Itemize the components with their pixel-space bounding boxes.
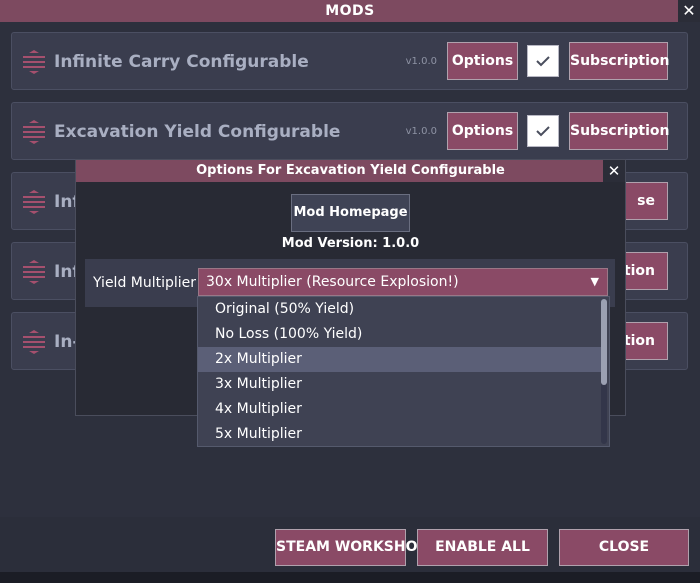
- bottom-edge: [0, 572, 700, 583]
- dialog-title: Options For Excavation Yield Configurabl…: [76, 160, 625, 182]
- enable-all-button[interactable]: ENABLE ALL: [417, 529, 548, 566]
- chevron-down-icon: ▼: [590, 275, 599, 288]
- mod-title: Infinite Carry Configurable: [54, 52, 309, 72]
- close-icon[interactable]: ✕: [678, 0, 700, 22]
- dropdown-option[interactable]: 5x Multiplier: [198, 422, 601, 447]
- subscription-button[interactable]: Subscription: [569, 42, 670, 80]
- mod-version: v1.0.0: [405, 56, 437, 67]
- drag-handle-icon[interactable]: [21, 330, 47, 354]
- enabled-checkbox[interactable]: [527, 45, 559, 77]
- dropdown-option[interactable]: Original (50% Yield): [198, 297, 601, 322]
- options-button[interactable]: Options: [447, 112, 518, 150]
- dropdown-option[interactable]: 3x Multiplier: [198, 372, 601, 397]
- close-button[interactable]: CLOSE: [559, 529, 689, 566]
- mod-row: Infinite Carry Configurable v1.0.0 Optio…: [11, 32, 688, 90]
- dropdown-option-highlighted[interactable]: 2x Multiplier: [198, 347, 601, 372]
- dropdown-scrollbar[interactable]: [601, 299, 607, 444]
- dropdown-option[interactable]: 4x Multiplier: [198, 397, 601, 422]
- mod-version: v1.0.0: [405, 126, 437, 137]
- enabled-checkbox[interactable]: [527, 115, 559, 147]
- drag-handle-icon[interactable]: [21, 120, 47, 144]
- yield-multiplier-select[interactable]: 30x Multiplier (Resource Explosion!) ▼: [198, 268, 608, 296]
- window-title: MODS: [0, 0, 700, 22]
- dropdown-list[interactable]: Original (50% Yield) No Loss (100% Yield…: [197, 296, 610, 447]
- checkmark-icon: [536, 56, 550, 67]
- mod-row: Excavation Yield Configurable v1.0.0 Opt…: [11, 102, 688, 160]
- select-value: 30x Multiplier (Resource Explosion!): [206, 274, 459, 290]
- dropdown-option[interactable]: No Loss (100% Yield): [198, 322, 601, 347]
- drag-handle-icon[interactable]: [21, 260, 47, 284]
- mod-homepage-button[interactable]: Mod Homepage: [291, 194, 410, 232]
- mod-title: Excavation Yield Configurable: [54, 122, 341, 142]
- subscription-button[interactable]: Subscription: [569, 112, 670, 150]
- scrollbar-thumb[interactable]: [601, 299, 607, 385]
- drag-handle-icon[interactable]: [21, 190, 47, 214]
- checkmark-icon: [536, 126, 550, 137]
- mod-version-label: Mod Version: 1.0.0: [281, 236, 420, 251]
- steam-workshop-button[interactable]: STEAM WORKSHOP: [275, 529, 428, 566]
- setting-label: Yield Multiplier: [93, 275, 197, 291]
- close-icon[interactable]: ✕: [603, 160, 625, 182]
- drag-handle-icon[interactable]: [21, 50, 47, 74]
- options-button[interactable]: Options: [447, 42, 518, 80]
